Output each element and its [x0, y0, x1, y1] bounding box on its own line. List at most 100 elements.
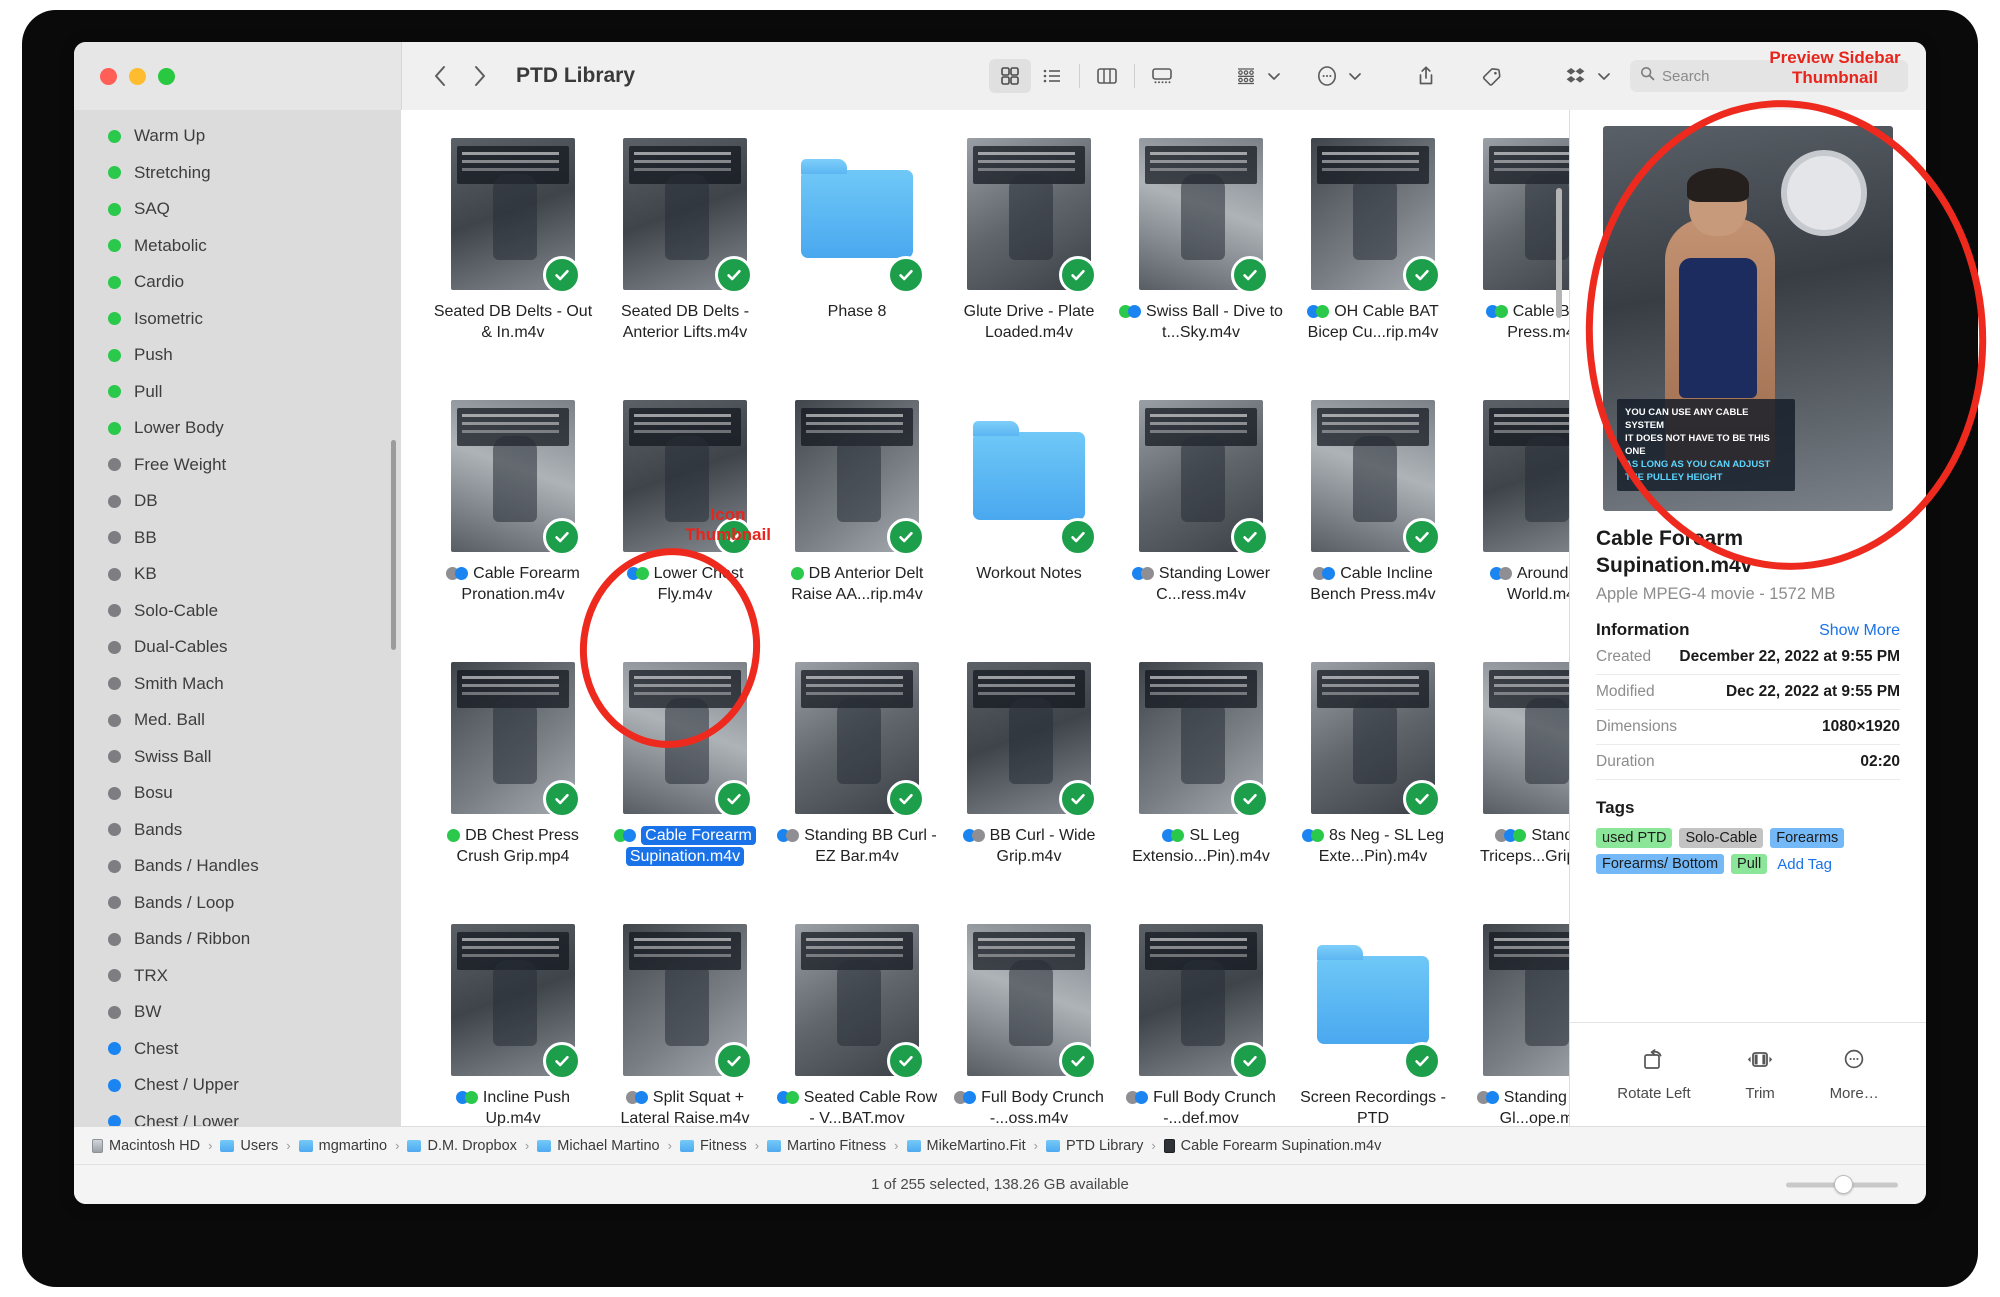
sidebar-item-bosu[interactable]: Bosu [74, 775, 401, 812]
grid-item[interactable]: Full Body Crunch -...oss.m4v [945, 924, 1113, 1126]
minimize-button[interactable] [129, 68, 146, 85]
sidebar-item-med-ball[interactable]: Med. Ball [74, 702, 401, 739]
group-by-group[interactable] [1225, 59, 1282, 93]
sidebar-item-dual-cables[interactable]: Dual-Cables [74, 629, 401, 666]
sidebar-item-bw[interactable]: BW [74, 994, 401, 1031]
chevron-down-icon[interactable] [1268, 72, 1280, 81]
tag-chip[interactable]: Solo-Cable [1679, 828, 1763, 848]
sidebar-item-isometric[interactable]: Isometric [74, 301, 401, 338]
sidebar-item-chest[interactable]: Chest [74, 1031, 401, 1068]
trim-button[interactable]: Trim [1745, 1047, 1775, 1102]
breadcrumb-item[interactable]: D.M. Dropbox [407, 1138, 516, 1154]
chevron-down-icon-3[interactable] [1598, 72, 1610, 81]
grid-scrollbar[interactable] [1556, 188, 1562, 318]
grid-item[interactable]: Seated DB Delts - Anterior Lifts.m4v [601, 138, 769, 400]
sidebar-item-pull[interactable]: Pull [74, 374, 401, 411]
sidebar-item-free-weight[interactable]: Free Weight [74, 447, 401, 484]
list-view-icon[interactable] [1031, 59, 1073, 93]
grid-item[interactable]: Phase 8 [773, 138, 941, 400]
grid-item[interactable]: Split Squat + Lateral Raise.m4v [601, 924, 769, 1126]
icon-size-slider-knob[interactable] [1834, 1175, 1853, 1194]
grid-item[interactable]: Swiss Ball - Dive to t...Sky.m4v [1117, 138, 1285, 400]
breadcrumb-item[interactable]: PTD Library [1046, 1138, 1143, 1154]
sidebar-item-bb[interactable]: BB [74, 520, 401, 557]
sidebar-item-trx[interactable]: TRX [74, 958, 401, 995]
sidebar-item-saq[interactable]: SAQ [74, 191, 401, 228]
tag-chip[interactable]: Forearms/ Bottom [1596, 854, 1724, 874]
back-icon[interactable] [420, 56, 460, 96]
grid-item-selected[interactable]: Cable Forearm Supination.m4v [601, 662, 769, 924]
breadcrumb-item[interactable]: Macintosh HD [92, 1138, 200, 1154]
sidebar-item-db[interactable]: DB [74, 483, 401, 520]
sidebar-item-metabolic[interactable]: Metabolic [74, 228, 401, 265]
more-button[interactable]: More… [1830, 1047, 1879, 1102]
grid-item[interactable]: Standing Lower C...ress.m4v [1117, 400, 1285, 662]
grid-item[interactable]: Lower Chest Fly.m4v [601, 400, 769, 662]
show-more-link[interactable]: Show More [1819, 622, 1900, 640]
sidebar-item-push[interactable]: Push [74, 337, 401, 374]
grid-item[interactable]: Cable Bench Press.m4v [1461, 138, 1569, 400]
grid-item[interactable]: Cable Incline Bench Press.m4v [1289, 400, 1457, 662]
breadcrumb-item[interactable]: Users [220, 1138, 278, 1154]
add-tag-link[interactable]: Add Tag [1777, 856, 1832, 873]
grid-item[interactable]: OH Cable BAT Bicep Cu...rip.m4v [1289, 138, 1457, 400]
more-actions-group[interactable] [1306, 59, 1363, 93]
sidebar-item-solo-cable[interactable]: Solo-Cable [74, 593, 401, 630]
forward-icon[interactable] [460, 56, 500, 96]
breadcrumb-item[interactable]: mgmartino [299, 1138, 388, 1154]
breadcrumb-item[interactable]: MikeMartino.Fit [907, 1138, 1026, 1154]
grid-item[interactable]: Incline Push Up.m4v [429, 924, 597, 1126]
tag-chip[interactable]: Pull [1731, 854, 1767, 874]
search-box[interactable] [1630, 60, 1908, 92]
breadcrumb-item[interactable]: Michael Martino [537, 1138, 659, 1154]
dropbox-group[interactable] [1555, 59, 1612, 93]
grid-item[interactable]: 8s Neg - SL Leg Exte...Pin).m4v [1289, 662, 1457, 924]
sidebar-item-kb[interactable]: KB [74, 556, 401, 593]
grid-item[interactable]: DB Anterior Delt Raise AA...rip.m4v [773, 400, 941, 662]
sidebar-item-chest-upper[interactable]: Chest / Upper [74, 1067, 401, 1104]
grid-item[interactable]: Seated DB Delts - Out & In.m4v [429, 138, 597, 400]
grid-item[interactable]: DB Chest Press Crush Grip.mp4 [429, 662, 597, 924]
grid-item[interactable]: Seated Cable Row - V...BAT.mov [773, 924, 941, 1126]
grid-item[interactable]: Around The World.m4v [1461, 400, 1569, 662]
grid-item[interactable]: Workout Notes [945, 400, 1113, 662]
grid-item[interactable]: Standing BB Curl - EZ Bar.m4v [773, 662, 941, 924]
tag-chip[interactable]: Forearms [1770, 828, 1844, 848]
sidebar-item-bands[interactable]: Bands [74, 812, 401, 849]
grid-item[interactable]: Full Body Crunch -...def.mov [1117, 924, 1285, 1126]
sidebar-item-cardio[interactable]: Cardio [74, 264, 401, 301]
rotate-left-button[interactable]: Rotate Left [1617, 1047, 1690, 1102]
grid-item[interactable]: Cable Forearm Pronation.m4v [429, 400, 597, 662]
grid-view-icon[interactable] [989, 59, 1031, 93]
breadcrumb-item[interactable]: Cable Forearm Supination.m4v [1164, 1138, 1382, 1154]
ellipsis-circle-icon[interactable] [1306, 59, 1348, 93]
column-view-icon[interactable] [1086, 59, 1128, 93]
tag-icon[interactable] [1471, 59, 1513, 93]
close-button[interactable] [100, 68, 117, 85]
sidebar-item-swiss-ball[interactable]: Swiss Ball [74, 739, 401, 776]
sidebar-item-warm-up[interactable]: Warm Up [74, 118, 401, 155]
share-icon[interactable] [1405, 59, 1447, 93]
sidebar-item-bands-handles[interactable]: Bands / Handles [74, 848, 401, 885]
dropbox-icon[interactable] [1555, 59, 1597, 93]
grid-item[interactable]: BB Curl - Wide Grip.m4v [945, 662, 1113, 924]
grid-item[interactable]: Glute Drive - Plate Loaded.m4v [945, 138, 1113, 400]
sidebar-item-lower-body[interactable]: Lower Body [74, 410, 401, 447]
grid-item[interactable]: Screen Recordings - PTD [1289, 924, 1457, 1126]
sidebar-item-chest-lower[interactable]: Chest / Lower [74, 1104, 401, 1127]
search-input[interactable] [1662, 68, 1898, 85]
grid-item[interactable]: Standing Cable Gl...ope.m4v [1461, 924, 1569, 1126]
sidebar-item-bands-loop[interactable]: Bands / Loop [74, 885, 401, 922]
gallery-view-icon[interactable] [1141, 59, 1183, 93]
tag-chip[interactable]: used PTD [1596, 828, 1672, 848]
grid-item[interactable]: SL Leg Extensio...Pin).m4v [1117, 662, 1285, 924]
sidebar-item-stretching[interactable]: Stretching [74, 155, 401, 192]
breadcrumb-item[interactable]: Fitness [680, 1138, 747, 1154]
grid-item[interactable]: Standing Triceps...Grip.m4v [1461, 662, 1569, 924]
chevron-down-icon-2[interactable] [1349, 72, 1361, 81]
maximize-button[interactable] [158, 68, 175, 85]
icon-size-slider[interactable] [1786, 1182, 1898, 1187]
sidebar-scrollbar[interactable] [391, 440, 396, 650]
sidebar-item-smith-mach[interactable]: Smith Mach [74, 666, 401, 703]
preview-sidebar-thumbnail[interactable]: YOU CAN USE ANY CABLE SYSTEMIT DOES NOT … [1603, 126, 1893, 511]
